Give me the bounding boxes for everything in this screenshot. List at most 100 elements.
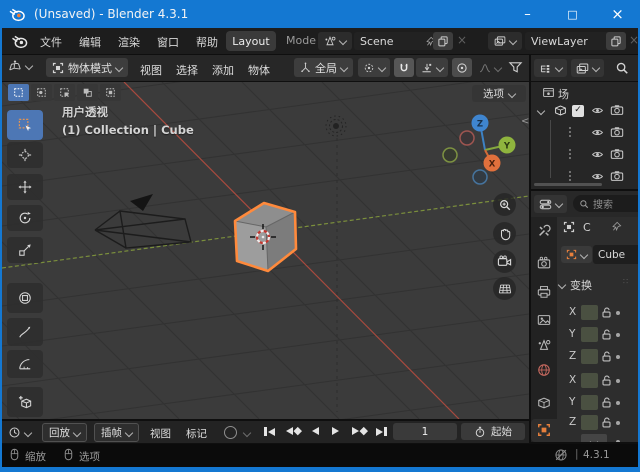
animate-decorator[interactable] (616, 401, 620, 405)
lock-icon[interactable] (601, 417, 612, 428)
scene-name-field[interactable]: Scene (354, 32, 442, 50)
outliner-row-object[interactable] (531, 169, 638, 184)
value-slider[interactable] (581, 373, 598, 388)
lock-icon[interactable] (601, 307, 612, 318)
viewport-camera-view-button[interactable] (493, 250, 516, 273)
viewlayer-name-field[interactable]: ViewLayer (525, 32, 615, 50)
timeline-marker-menu[interactable]: 标记 (186, 426, 207, 441)
filter-funnel-icon[interactable] (508, 60, 523, 75)
tab-object-icon[interactable] (537, 423, 551, 437)
menu-edit[interactable]: 编辑 (75, 34, 105, 50)
outliner-row-scene-collection[interactable]: 场 (531, 85, 638, 100)
render-camera-icon[interactable] (610, 125, 624, 139)
tool-rotate[interactable] (7, 205, 43, 231)
tab-render-icon[interactable] (537, 256, 551, 270)
horizontal-scrollbar[interactable] (534, 183, 602, 186)
cube-object[interactable] (235, 203, 296, 271)
menu-render[interactable]: 渲染 (114, 34, 144, 50)
play-reverse-button[interactable] (312, 427, 319, 435)
outliner-filter-dropdown[interactable] (571, 59, 604, 77)
menu-add[interactable]: 添加 (212, 62, 234, 78)
rotation-mode-dropdown[interactable] (581, 434, 607, 442)
timeline-editor-type-button[interactable] (8, 426, 31, 439)
blender-menu-icon[interactable] (11, 34, 29, 49)
viewport-canvas[interactable]: Z Y X 用户透视 (1) Collection | Cube (2, 82, 529, 419)
play-button[interactable] (332, 427, 339, 435)
pin-icon[interactable] (611, 221, 622, 232)
auto-key-dropdown-icon[interactable] (243, 429, 251, 437)
render-camera-icon[interactable] (610, 169, 624, 183)
properties-display-dropdown[interactable] (534, 195, 567, 213)
panel-grip-icon[interactable]: ∷ (623, 280, 633, 288)
jump-to-start-button[interactable] (264, 427, 275, 436)
options-dropdown[interactable]: 选项 (472, 85, 526, 102)
render-camera-icon[interactable] (610, 103, 624, 117)
value-slider[interactable] (581, 327, 598, 342)
playback-menu[interactable]: 回放 (42, 423, 87, 442)
viewlayer-remove-button[interactable]: × (629, 33, 639, 47)
tool-scale[interactable] (7, 237, 43, 263)
navigation-gizmo[interactable]: Z Y X (443, 115, 516, 185)
select-mode-subtract[interactable] (54, 84, 75, 101)
light-object[interactable] (326, 116, 346, 412)
proportional-editing-toggle[interactable] (452, 58, 472, 77)
menu-help[interactable]: 帮助 (192, 34, 222, 50)
value-slider[interactable] (581, 349, 598, 364)
animate-decorator[interactable] (616, 440, 620, 442)
animate-decorator[interactable] (616, 355, 620, 359)
outliner-row-object[interactable] (531, 147, 638, 162)
proportional-falloff-dropdown[interactable] (474, 58, 506, 77)
frame-start-field[interactable]: 起始 (461, 423, 525, 440)
maximize-button[interactable]: □ (550, 0, 595, 28)
editor-type-button[interactable] (8, 59, 32, 73)
tool-transform[interactable] (7, 283, 43, 313)
prev-keyframe-button[interactable] (286, 427, 302, 435)
outliner-row-object[interactable] (531, 125, 638, 140)
tool-measure[interactable] (7, 350, 43, 378)
menu-view[interactable]: 视图 (140, 62, 162, 78)
network-offline-icon[interactable] (554, 448, 568, 462)
tab-scene-icon[interactable] (537, 338, 551, 352)
snap-target-dropdown[interactable] (416, 58, 448, 77)
menu-select[interactable]: 选择 (176, 62, 198, 78)
hide-eye-icon[interactable] (591, 126, 604, 139)
search-icon[interactable] (615, 61, 629, 75)
lock-icon[interactable] (601, 329, 612, 340)
workspace-tab-layout[interactable]: Layout (226, 31, 276, 51)
timeline-view-menu[interactable]: 视图 (150, 426, 171, 441)
menu-file[interactable]: 文件 (36, 34, 66, 50)
properties-search-input[interactable]: 搜索 (573, 195, 638, 212)
tool-select-box[interactable] (7, 110, 43, 140)
next-keyframe-button[interactable] (352, 427, 368, 435)
scene-new-button[interactable] (433, 32, 453, 50)
lock-icon[interactable] (601, 397, 612, 408)
tool-add-cube[interactable] (7, 387, 43, 417)
viewlayer-new-button[interactable] (606, 32, 626, 50)
gizmo-neg-x[interactable] (460, 131, 474, 145)
value-slider[interactable] (581, 395, 598, 410)
lock-icon[interactable] (601, 375, 612, 386)
tab-viewlayer-icon[interactable] (537, 313, 551, 327)
tool-annotate[interactable] (7, 318, 43, 346)
keying-menu[interactable]: 插帧 (94, 423, 139, 442)
select-mode-intersect[interactable] (100, 84, 121, 101)
gizmo-neg-z[interactable] (473, 170, 487, 184)
viewport-ortho-toggle-button[interactable] (493, 277, 516, 300)
object-name-field[interactable]: Cube (593, 245, 638, 264)
render-camera-icon[interactable] (610, 147, 624, 161)
animate-decorator[interactable] (616, 421, 620, 425)
tool-cursor[interactable] (7, 142, 43, 168)
animate-decorator[interactable] (616, 333, 620, 337)
value-slider[interactable] (581, 415, 598, 430)
pivot-point-dropdown[interactable] (358, 58, 390, 77)
viewlayer-browse-button[interactable] (488, 32, 522, 50)
viewport-pan-button[interactable] (493, 222, 516, 245)
outliner[interactable]: 场 ✓ (531, 82, 638, 189)
tool-move[interactable] (7, 174, 43, 200)
n-panel-arrow[interactable]: < (521, 116, 529, 127)
scene-browse-button[interactable] (318, 32, 352, 50)
object-browse-button[interactable] (561, 246, 592, 263)
lock-icon[interactable] (601, 351, 612, 362)
minimize-button[interactable]: – (505, 0, 550, 28)
gizmo-neg-y[interactable] (443, 148, 457, 162)
